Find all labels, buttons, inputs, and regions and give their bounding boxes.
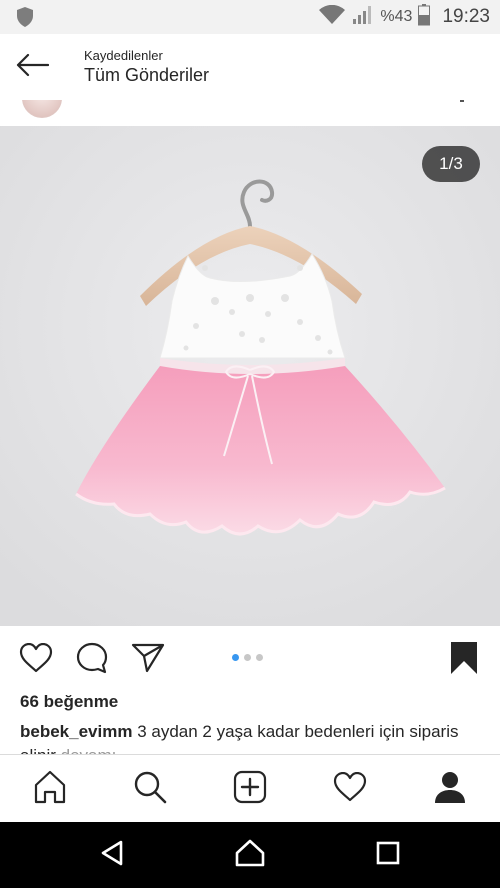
bookmark-filled-icon [449, 641, 479, 680]
signal-icon [352, 5, 374, 30]
post-action-bar [0, 632, 500, 686]
carousel-indicator [232, 654, 263, 661]
status-bar: %43 19:23 [0, 0, 500, 34]
previous-post-peek [0, 100, 500, 127]
caption-username[interactable]: bebek_evimm [20, 722, 132, 741]
post-caption: bebek_evimm 3 aydan 2 yaşa kadar bedenle… [20, 720, 480, 754]
system-back-button[interactable] [96, 839, 128, 871]
image-counter-badge: 1/3 [422, 146, 480, 182]
paper-plane-icon [131, 643, 165, 678]
nav-activity-button[interactable] [330, 769, 370, 809]
post-image[interactable]: 1/3 [0, 126, 500, 626]
clock: 19:23 [442, 6, 490, 27]
square-recents-icon [376, 841, 400, 870]
share-button[interactable] [128, 640, 168, 680]
battery-percent: %43 [380, 8, 413, 25]
page-title: Tüm Gönderiler [84, 65, 210, 85]
system-navigation-bar [0, 822, 500, 888]
system-home-button[interactable] [234, 839, 266, 871]
home-outline-icon [235, 839, 265, 872]
person-icon [433, 770, 467, 809]
battery-icon [418, 3, 431, 31]
nav-profile-button[interactable] [430, 769, 470, 809]
heart-icon [19, 642, 53, 678]
likes-count[interactable]: 66 beğenme [20, 692, 118, 712]
carousel-dot [244, 654, 251, 661]
plus-square-icon [233, 770, 267, 809]
back-button[interactable] [14, 52, 50, 82]
nav-home-button[interactable] [30, 769, 70, 809]
previous-post-fragment [460, 100, 464, 102]
system-recents-button[interactable] [372, 839, 404, 871]
arrow-left-icon [15, 53, 50, 82]
nav-add-post-button[interactable] [230, 769, 270, 809]
bottom-navigation [0, 754, 500, 823]
like-button[interactable] [16, 640, 56, 680]
comment-button[interactable] [72, 640, 112, 680]
nav-search-button[interactable] [130, 769, 170, 809]
header-subtitle: Kaydedilenler [84, 48, 163, 63]
wifi-icon [318, 4, 346, 30]
comment-bubble-icon [76, 642, 108, 679]
search-icon [133, 770, 167, 809]
dress-illustration [0, 126, 500, 626]
shield-icon [16, 6, 34, 33]
triangle-back-icon [99, 840, 125, 871]
save-button[interactable] [444, 640, 484, 680]
carousel-dot [256, 654, 263, 661]
home-icon [33, 770, 67, 809]
caption-more-link[interactable]: devamı [61, 746, 117, 754]
carousel-dot [232, 654, 239, 661]
heart-icon [333, 771, 367, 807]
avatar[interactable] [22, 100, 62, 118]
app-header: Kaydedilenler Tüm Gönderiler [0, 34, 500, 101]
